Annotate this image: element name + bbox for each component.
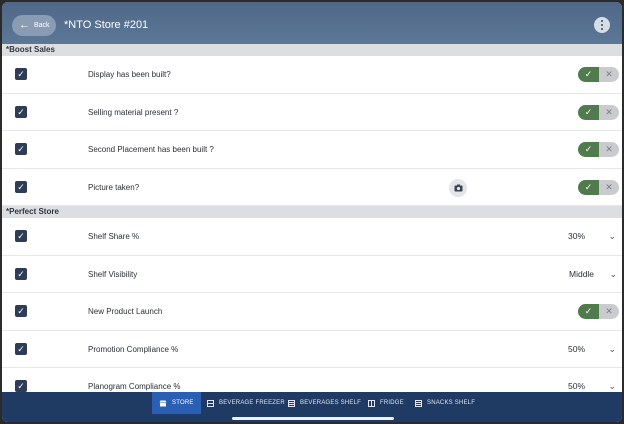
question-row: ✓ Shelf Share % 30% ⌄ (2, 218, 622, 256)
question-row: ✓ Selling material present ? ✓ ✕ (2, 93, 622, 131)
close-icon[interactable]: ✕ (599, 104, 619, 120)
app-window: ← Back *NTO Store #201 *Boost Sales ✓ Di… (0, 0, 624, 424)
chevron-down-icon: ⌄ (608, 343, 616, 354)
dropdown-value: 50% (568, 381, 586, 391)
fridge-icon (368, 399, 375, 407)
question-label: Shelf Visibility (88, 269, 138, 279)
store-icon (159, 400, 167, 406)
question-row: ✓ Display has been built? ✓ ✕ (2, 56, 622, 94)
check-icon[interactable]: ✓ (578, 67, 599, 82)
row-checkbox[interactable]: ✓ (15, 143, 27, 155)
yes-no-toggle[interactable]: ✓ ✕ (578, 179, 619, 195)
close-icon[interactable]: ✕ (599, 304, 619, 319)
row-checkbox[interactable]: ✓ (15, 342, 27, 355)
bottom-tab-bar: STORE BEVERAGE FREEZER BEVERAGES SHELF F… (2, 392, 622, 422)
question-label: New Product Launch (88, 307, 163, 316)
row-checkbox[interactable]: ✓ (15, 267, 27, 280)
check-icon[interactable]: ✓ (578, 104, 599, 120)
visibility-dropdown[interactable]: Middle ⌄ (569, 268, 619, 281)
percentage-dropdown[interactable]: 50% ⌄ (568, 343, 618, 356)
question-row: ✓ Second Placement has been built ? ✓ ✕ (2, 131, 622, 169)
tab-beverage-freezer[interactable]: BEVERAGE FREEZER (207, 392, 285, 414)
yes-no-toggle[interactable]: ✓ ✕ (578, 104, 619, 120)
close-icon[interactable]: ✕ (599, 67, 619, 82)
dropdown-value: 30% (568, 231, 586, 241)
chevron-down-icon: ⌄ (608, 231, 616, 241)
question-label: Shelf Share % (88, 232, 140, 241)
tab-fridge[interactable]: FRIDGE (368, 392, 404, 414)
tab-label: BEVERAGE FREEZER (219, 400, 285, 406)
shelf-icon (288, 399, 295, 407)
question-label: Selling material present ? (88, 107, 179, 117)
tab-label: SNACKS SHELF (427, 400, 476, 406)
row-checkbox[interactable]: ✓ (15, 380, 27, 392)
back-button[interactable]: ← Back (12, 15, 56, 36)
tab-beverages-shelf[interactable]: BEVERAGES SHELF (288, 392, 361, 414)
question-row: ✓ New Product Launch ✓ ✕ (2, 293, 622, 331)
tab-label: FRIDGE (380, 400, 404, 406)
chevron-down-icon: ⌄ (608, 381, 616, 391)
dropdown-value: 50% (568, 343, 586, 354)
question-label: Planogram Compliance % (88, 382, 181, 391)
section-header-boost-sales: *Boost Sales (2, 44, 622, 56)
tab-snacks-shelf[interactable]: SNACKS SHELF (415, 392, 475, 414)
row-checkbox[interactable]: ✓ (15, 105, 27, 118)
chevron-down-icon: ⌄ (609, 268, 617, 279)
shelf-icon (415, 399, 422, 407)
tab-store[interactable]: STORE (152, 392, 201, 414)
section-header-perfect-store: *Perfect Store (2, 206, 622, 218)
row-checkbox[interactable]: ✓ (15, 305, 27, 317)
check-icon[interactable]: ✓ (578, 304, 599, 319)
percentage-dropdown[interactable]: 50% ⌄ (568, 380, 618, 392)
percentage-dropdown[interactable]: 30% ⌄ (568, 230, 618, 243)
question-label: Promotion Compliance % (88, 344, 179, 354)
question-label: Picture taken? (88, 182, 140, 192)
back-arrow-icon: ← (19, 19, 30, 31)
check-icon[interactable]: ✓ (578, 142, 599, 157)
question-label: Display has been built? (88, 70, 171, 79)
yes-no-toggle[interactable]: ✓ ✕ (578, 67, 619, 82)
row-checkbox[interactable]: ✓ (15, 230, 27, 242)
yes-no-toggle[interactable]: ✓ ✕ (578, 304, 619, 319)
camera-icon[interactable] (449, 178, 467, 197)
question-row: ✓ Shelf Visibility Middle ⌄ (2, 255, 622, 293)
survey-content[interactable]: *Boost Sales ✓ Display has been built? ✓… (2, 44, 622, 392)
close-icon[interactable]: ✕ (599, 142, 619, 157)
question-row: ✓ Promotion Compliance % 50% ⌄ (2, 330, 622, 368)
home-indicator (232, 417, 394, 420)
back-button-label: Back (34, 22, 50, 29)
check-icon[interactable]: ✓ (578, 179, 599, 195)
question-row: ✓ Picture taken? ✓ ✕ (2, 168, 622, 206)
question-label: Second Placement has been built ? (88, 145, 214, 154)
tab-label: STORE (172, 400, 194, 406)
question-row: ✓ Planogram Compliance % 50% ⌄ (2, 368, 622, 392)
more-options-icon[interactable] (594, 17, 610, 33)
row-checkbox[interactable]: ✓ (15, 180, 27, 193)
page-title: *NTO Store #201 (64, 19, 149, 31)
freezer-icon (207, 399, 214, 407)
top-bar: ← Back *NTO Store #201 (2, 2, 622, 44)
tab-label: BEVERAGES SHELF (300, 400, 362, 406)
yes-no-toggle[interactable]: ✓ ✕ (578, 142, 619, 157)
dropdown-value: Middle (569, 268, 595, 279)
close-icon[interactable]: ✕ (599, 179, 619, 195)
row-checkbox[interactable]: ✓ (15, 68, 27, 80)
